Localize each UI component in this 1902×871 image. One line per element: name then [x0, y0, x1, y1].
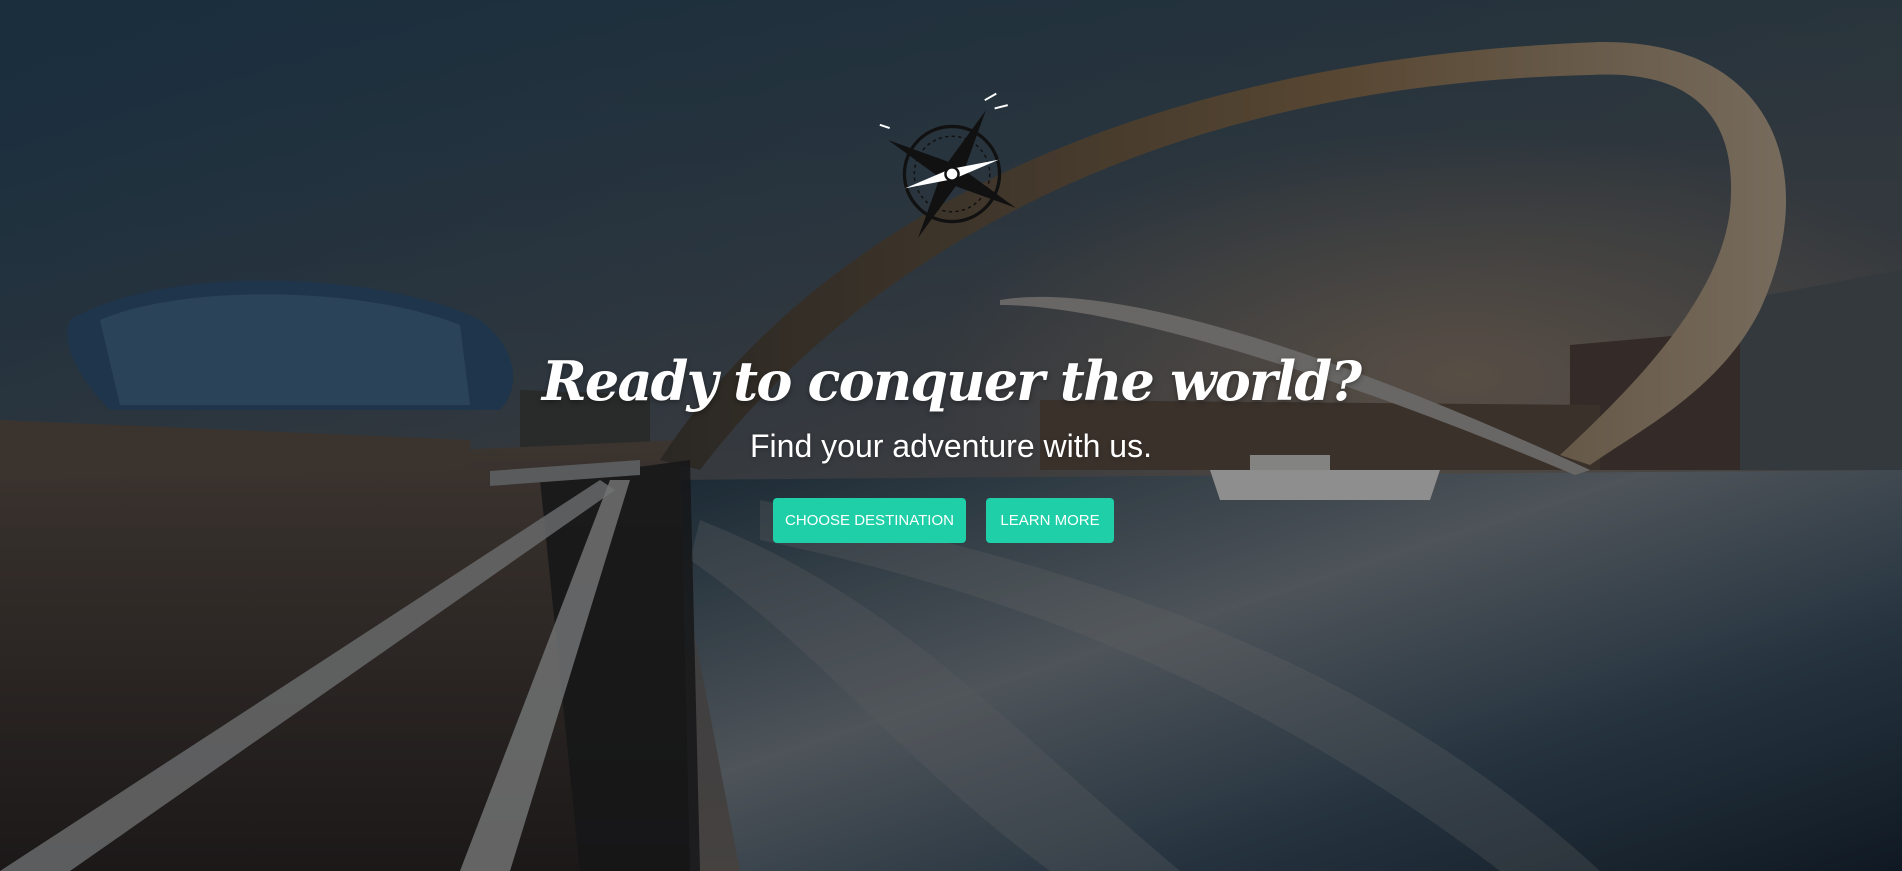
hero-section: Ready to conquer the world? Find your ad… [0, 0, 1902, 871]
learn-more-button[interactable]: LEARN MORE [986, 498, 1114, 543]
choose-destination-button[interactable]: CHOOSE DESTINATION [773, 498, 966, 543]
hero-headline: Ready to conquer the world? [541, 349, 1362, 413]
hero-content: Ready to conquer the world? Find your ad… [0, 0, 1902, 871]
compass-icon [879, 92, 1016, 238]
hero-subheadline: Find your adventure with us. [750, 428, 1152, 464]
